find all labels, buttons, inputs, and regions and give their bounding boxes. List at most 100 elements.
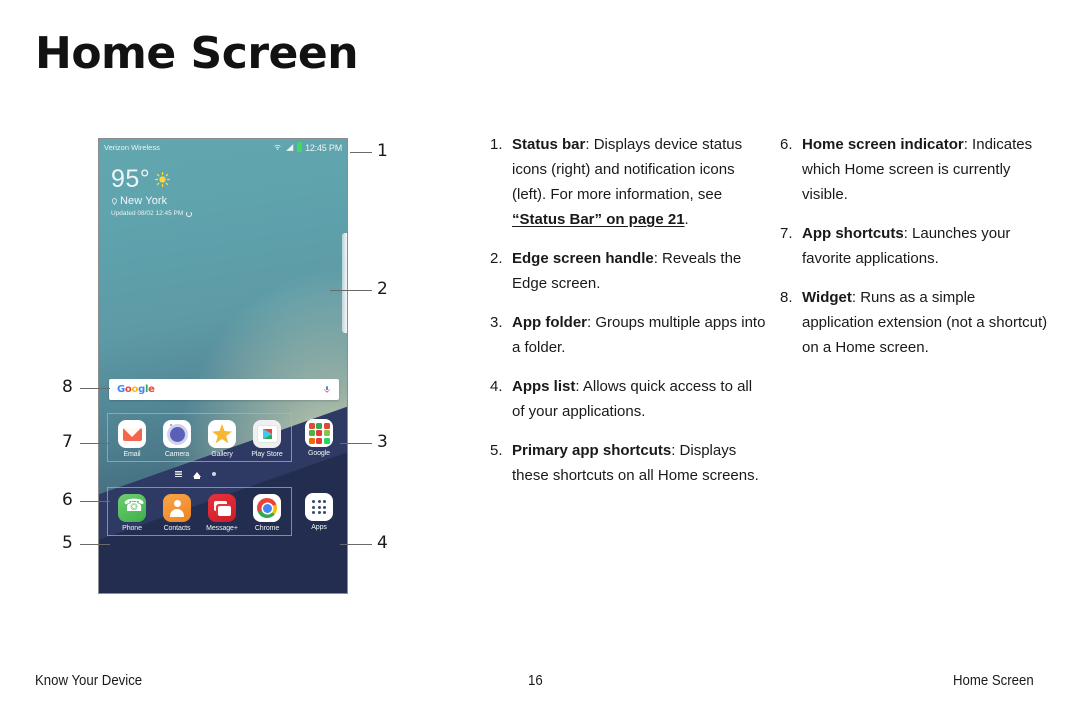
apps-grid-dot	[312, 500, 315, 503]
apps-list-button[interactable]: Apps	[299, 493, 339, 531]
apps-grid-dot	[312, 511, 315, 514]
callout-leader-line	[350, 152, 372, 153]
folder-mini-app-icon	[308, 437, 315, 444]
description-item-term: App folder	[512, 314, 587, 331]
chrome-icon	[253, 494, 281, 522]
description-column-left: 1. Status bar: Displays device status ico…	[490, 132, 768, 502]
cross-reference-link[interactable]: “Status Bar” on page 21	[512, 211, 685, 228]
description-item-body: Status bar: Displays device status icons…	[512, 136, 743, 228]
home-screen-indicator	[99, 471, 292, 479]
footer-section-label: Know Your Device	[35, 672, 143, 689]
callout-number: 6	[62, 490, 73, 510]
microphone-icon[interactable]	[323, 384, 331, 395]
callout-number: 5	[62, 533, 73, 553]
primary-shortcut-phone[interactable]: Phone	[112, 494, 152, 532]
description-item-body: Apps list: Allows quick access to all of…	[512, 378, 753, 420]
weather-widget[interactable]: 95° New York Updated 08/02 12:45 PM	[111, 165, 193, 217]
app-folder-label: Google	[308, 450, 330, 457]
app-shortcut-play-store[interactable]: Play Store	[247, 420, 287, 458]
callout-leader-line	[80, 544, 110, 545]
message-icon	[208, 494, 236, 522]
home-screen-figure: Verizon Wireless 12:45 PM 95° New York U…	[0, 0, 460, 640]
callout-number: 3	[377, 432, 388, 452]
weather-updated: Updated 08/02 12:45 PM	[111, 210, 184, 217]
gallery-icon	[208, 420, 236, 448]
google-logo: Google	[117, 384, 155, 395]
status-bar: Verizon Wireless 12:45 PM	[99, 139, 347, 156]
app-label: Camera	[164, 451, 190, 458]
play-store-icon	[253, 420, 281, 448]
description-item: 7. App shortcuts: Launches your favorite …	[780, 221, 1048, 271]
status-bar-time: 12:45 PM	[305, 142, 342, 153]
email-icon	[118, 420, 146, 448]
primary-shortcut-message[interactable]: Message+	[202, 494, 242, 532]
footer-chapter-label: Home Screen	[953, 672, 1034, 689]
callout-leader-line	[340, 544, 372, 545]
description-item-term: App shortcuts	[802, 225, 904, 242]
dot-icon	[212, 472, 216, 476]
description-item-term: Apps list	[512, 378, 576, 395]
description-item-body: App folder: Groups multiple apps into a …	[512, 314, 766, 356]
google-search-widget[interactable]: Google	[109, 379, 339, 400]
description-item-number: 7.	[780, 225, 793, 242]
carrier-label: Verizon Wireless	[104, 143, 160, 152]
callout-number: 4	[377, 533, 388, 553]
contacts-icon	[163, 494, 191, 522]
refresh-icon[interactable]	[186, 210, 193, 217]
description-item-body: Home screen indicator: Indicates which H…	[802, 136, 1033, 203]
edge-screen-handle[interactable]	[342, 233, 347, 333]
description-item-term: Widget	[802, 289, 852, 306]
description-item-body: Primary app shortcuts: Displays these sh…	[512, 442, 759, 484]
callout-number: 1	[377, 141, 388, 161]
description-item-term: Status bar	[512, 136, 586, 153]
description-item-body: Widget: Runs as a simple application ext…	[802, 289, 1048, 356]
location-pin-icon	[112, 197, 117, 205]
folder-icon	[305, 419, 333, 447]
phone-icon	[118, 494, 146, 522]
description-item-number: 2.	[490, 250, 503, 267]
app-label: Gallery	[211, 451, 233, 458]
apps-grid-icon	[305, 493, 333, 521]
folder-mini-app-icon	[316, 422, 322, 429]
description-item-number: 4.	[490, 378, 503, 395]
phone-screenshot: Verizon Wireless 12:45 PM 95° New York U…	[98, 138, 348, 594]
app-label: Phone	[122, 525, 142, 532]
apps-button-label: Apps	[311, 524, 327, 531]
battery-icon	[297, 141, 303, 152]
app-label: Message+	[206, 525, 238, 532]
callout-leader-line	[80, 443, 110, 444]
callout-leader-line	[80, 501, 110, 502]
apps-grid-dot	[317, 500, 321, 503]
folder-mini-app-icon	[323, 437, 330, 444]
description-item: 5. Primary app shortcuts: Displays these …	[490, 438, 768, 488]
weather-temperature: 95°	[111, 165, 151, 193]
description-item: 1. Status bar: Displays device status ico…	[490, 132, 768, 232]
app-shortcut-gallery[interactable]: Gallery	[202, 420, 242, 458]
primary-shortcut-chrome[interactable]: Chrome	[247, 494, 287, 532]
camera-icon	[163, 420, 191, 448]
description-item-number: 8.	[780, 289, 793, 306]
folder-mini-app-icon	[308, 430, 315, 436]
folder-mini-app-icon	[316, 437, 322, 444]
description-item-term: Home screen indicator	[802, 136, 964, 153]
description-item: 8. Widget: Runs as a simple application e…	[780, 285, 1048, 360]
home-icon	[193, 471, 201, 479]
app-shortcut-camera[interactable]: Camera	[157, 420, 197, 458]
app-shortcut-email[interactable]: Email	[112, 420, 152, 458]
app-folder-google[interactable]: Google	[299, 419, 339, 457]
primary-shortcut-contacts[interactable]: Contacts	[157, 494, 197, 532]
apps-grid-dot	[323, 511, 326, 514]
folder-mini-app-icon	[323, 422, 330, 429]
description-item: 3. App folder: Groups multiple apps into …	[490, 310, 768, 360]
description-item: 6. Home screen indicator: Indicates which…	[780, 132, 1048, 207]
description-item-term: Edge screen handle	[512, 250, 654, 267]
app-label: Contacts	[163, 525, 191, 532]
folder-mini-app-icon	[316, 430, 322, 436]
apps-grid-dot	[323, 505, 326, 509]
list-icon	[175, 471, 182, 477]
description-item-term: Primary app shortcuts	[512, 442, 672, 459]
description-item: 4. Apps list: Allows quick access to all …	[490, 374, 768, 424]
callout-leader-line	[80, 388, 110, 389]
apps-grid-dot	[323, 500, 326, 503]
sun-icon	[155, 172, 171, 187]
